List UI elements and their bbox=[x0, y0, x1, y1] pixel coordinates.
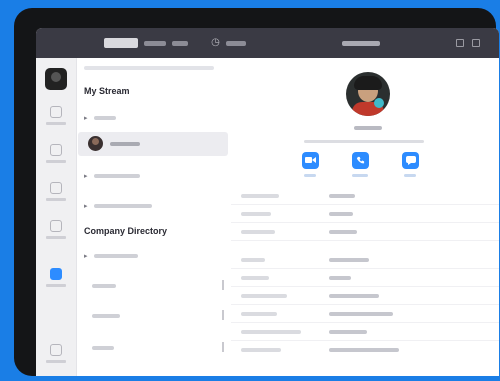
list-item[interactable] bbox=[78, 304, 228, 328]
list-item[interactable]: ▸ bbox=[78, 106, 228, 130]
video-camera-icon[interactable] bbox=[302, 152, 319, 169]
sidebar-label bbox=[46, 360, 66, 363]
action-label bbox=[352, 174, 368, 177]
chat-icon[interactable] bbox=[50, 144, 62, 156]
field-label bbox=[241, 348, 281, 352]
list-item[interactable]: ▸ bbox=[78, 164, 228, 188]
sidebar-label bbox=[46, 284, 66, 287]
field-label bbox=[241, 258, 265, 262]
field-label bbox=[241, 276, 269, 280]
calendar-icon[interactable] bbox=[50, 182, 62, 194]
field-value bbox=[329, 194, 355, 198]
clock-icon[interactable]: ◷ bbox=[210, 37, 221, 48]
field-value bbox=[329, 230, 357, 234]
sidebar-label bbox=[46, 122, 66, 125]
profile-subtitle bbox=[304, 140, 424, 143]
action-label bbox=[404, 174, 416, 177]
list-item[interactable]: ▸ bbox=[78, 244, 228, 268]
field-label bbox=[241, 330, 301, 334]
tab-active[interactable] bbox=[104, 38, 138, 48]
meeting-icon[interactable] bbox=[50, 220, 62, 232]
title-bar: ◷ bbox=[36, 28, 499, 58]
field-value bbox=[329, 212, 353, 216]
profile-avatar bbox=[346, 72, 390, 116]
chevron-right-icon: ▸ bbox=[84, 203, 88, 210]
profile-name bbox=[354, 126, 382, 130]
list-item[interactable] bbox=[78, 336, 228, 360]
home-icon[interactable] bbox=[50, 106, 62, 118]
field-label bbox=[241, 294, 287, 298]
list-item[interactable]: ▸ bbox=[78, 194, 228, 218]
contacts-icon[interactable] bbox=[50, 268, 62, 280]
field-value bbox=[329, 276, 351, 280]
chevron-right-icon: ▸ bbox=[84, 253, 88, 260]
chevron-right-icon: ▸ bbox=[84, 115, 88, 122]
contact-avatar bbox=[88, 136, 103, 151]
field-label bbox=[241, 194, 279, 198]
action-label bbox=[304, 174, 316, 177]
search-input[interactable] bbox=[84, 66, 214, 70]
sidebar bbox=[36, 58, 77, 376]
field-label bbox=[241, 230, 275, 234]
field-label bbox=[241, 312, 277, 316]
sidebar-label bbox=[46, 236, 66, 239]
field-value bbox=[329, 330, 367, 334]
list-item-selected[interactable] bbox=[78, 132, 228, 156]
settings-icon[interactable] bbox=[50, 344, 62, 356]
sidebar-label bbox=[46, 198, 66, 201]
field-value bbox=[329, 258, 369, 262]
sidebar-label bbox=[46, 160, 66, 163]
phone-icon[interactable] bbox=[352, 152, 369, 169]
row-divider bbox=[222, 310, 224, 320]
row-divider bbox=[222, 280, 224, 290]
list-item[interactable] bbox=[78, 274, 228, 298]
field-value[interactable] bbox=[329, 348, 399, 352]
section-heading-my-stream: My Stream bbox=[84, 86, 130, 96]
app-window: ◷ My Stream ▸ ▸ ▸ Company Directory ▸ bbox=[36, 28, 499, 376]
chat-bubble-icon[interactable] bbox=[402, 152, 419, 169]
chevron-right-icon: ▸ bbox=[84, 173, 88, 180]
user-avatar[interactable] bbox=[45, 68, 67, 90]
tab-item[interactable] bbox=[144, 41, 166, 46]
section-heading-company-directory: Company Directory bbox=[84, 226, 168, 236]
window-title bbox=[336, 37, 386, 49]
field-value bbox=[329, 294, 379, 298]
field-label bbox=[241, 212, 271, 216]
tab-item[interactable] bbox=[172, 41, 188, 46]
close-icon[interactable] bbox=[472, 39, 480, 47]
minimize-icon[interactable] bbox=[456, 39, 464, 47]
row-divider bbox=[222, 342, 224, 352]
field-value[interactable] bbox=[329, 312, 393, 316]
search-field[interactable] bbox=[226, 41, 246, 46]
